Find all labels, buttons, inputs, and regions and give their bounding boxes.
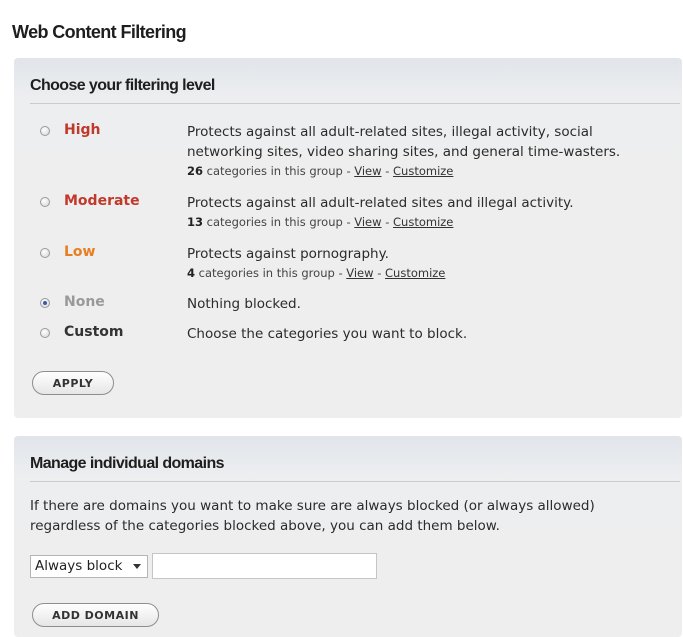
level-desc-low: Protects against pornography. 4 categori… [187, 244, 667, 282]
block-mode-value: Always block [35, 558, 123, 574]
level-description: Protects against pornography. [187, 246, 389, 262]
level-desc-moderate: Protects against all adult-related sites… [187, 193, 667, 231]
manage-domains-heading: Manage individual domains [30, 455, 680, 482]
customize-link-low[interactable]: Customize [385, 266, 445, 280]
radio-low[interactable] [40, 248, 50, 258]
level-description: Protects against all adult-related sites… [187, 195, 574, 211]
level-desc-high: Protects against all adult-related sites… [187, 122, 667, 180]
category-count: 26 [187, 164, 204, 178]
level-desc-custom: Choose the categories you want to block. [187, 326, 468, 342]
radio-high[interactable] [40, 126, 50, 136]
manage-domains-description: If there are domains you want to make su… [30, 498, 595, 534]
level-desc-none: Nothing blocked. [187, 296, 301, 312]
filtering-level-panel: Choose your filtering level High Protect… [14, 58, 682, 418]
chevron-down-icon [133, 564, 141, 569]
level-label-moderate[interactable]: Moderate [64, 193, 140, 209]
view-link-high[interactable]: View [354, 164, 381, 178]
radio-moderate[interactable] [40, 197, 50, 207]
category-meta: 4 categories in this group - View - Cust… [187, 264, 667, 282]
link-separator: - [381, 164, 394, 178]
category-meta: 26 categories in this group - View - Cus… [187, 162, 667, 180]
view-link-low[interactable]: View [346, 266, 373, 280]
level-label-high[interactable]: High [64, 122, 101, 138]
filtering-level-heading: Choose your filtering level [30, 77, 680, 104]
link-separator: - [373, 266, 386, 280]
radio-none[interactable] [40, 298, 50, 308]
manage-domains-panel: Manage individual domains If there are d… [14, 436, 682, 637]
domain-input[interactable] [152, 553, 377, 579]
level-label-low[interactable]: Low [64, 244, 95, 260]
apply-button[interactable]: APPLY [32, 371, 114, 395]
category-count-suffix: categories in this group - [195, 266, 347, 280]
customize-link-high[interactable]: Customize [393, 164, 453, 178]
level-description: Protects against all adult-related sites… [187, 124, 621, 160]
category-count-suffix: categories in this group - [203, 164, 355, 178]
category-meta: 13 categories in this group - View - Cus… [187, 213, 667, 231]
block-mode-select[interactable]: Always block [30, 555, 148, 578]
page-title: Web Content Filtering [12, 22, 187, 42]
category-count-suffix: categories in this group - [203, 215, 355, 229]
level-label-custom[interactable]: Custom [64, 324, 123, 340]
category-count: 13 [187, 215, 204, 229]
view-link-moderate[interactable]: View [354, 215, 381, 229]
category-count: 4 [187, 266, 196, 280]
radio-custom[interactable] [40, 328, 50, 338]
add-domain-button[interactable]: ADD DOMAIN [32, 603, 159, 627]
level-label-none[interactable]: None [64, 294, 105, 310]
customize-link-moderate[interactable]: Customize [393, 215, 453, 229]
link-separator: - [381, 215, 394, 229]
